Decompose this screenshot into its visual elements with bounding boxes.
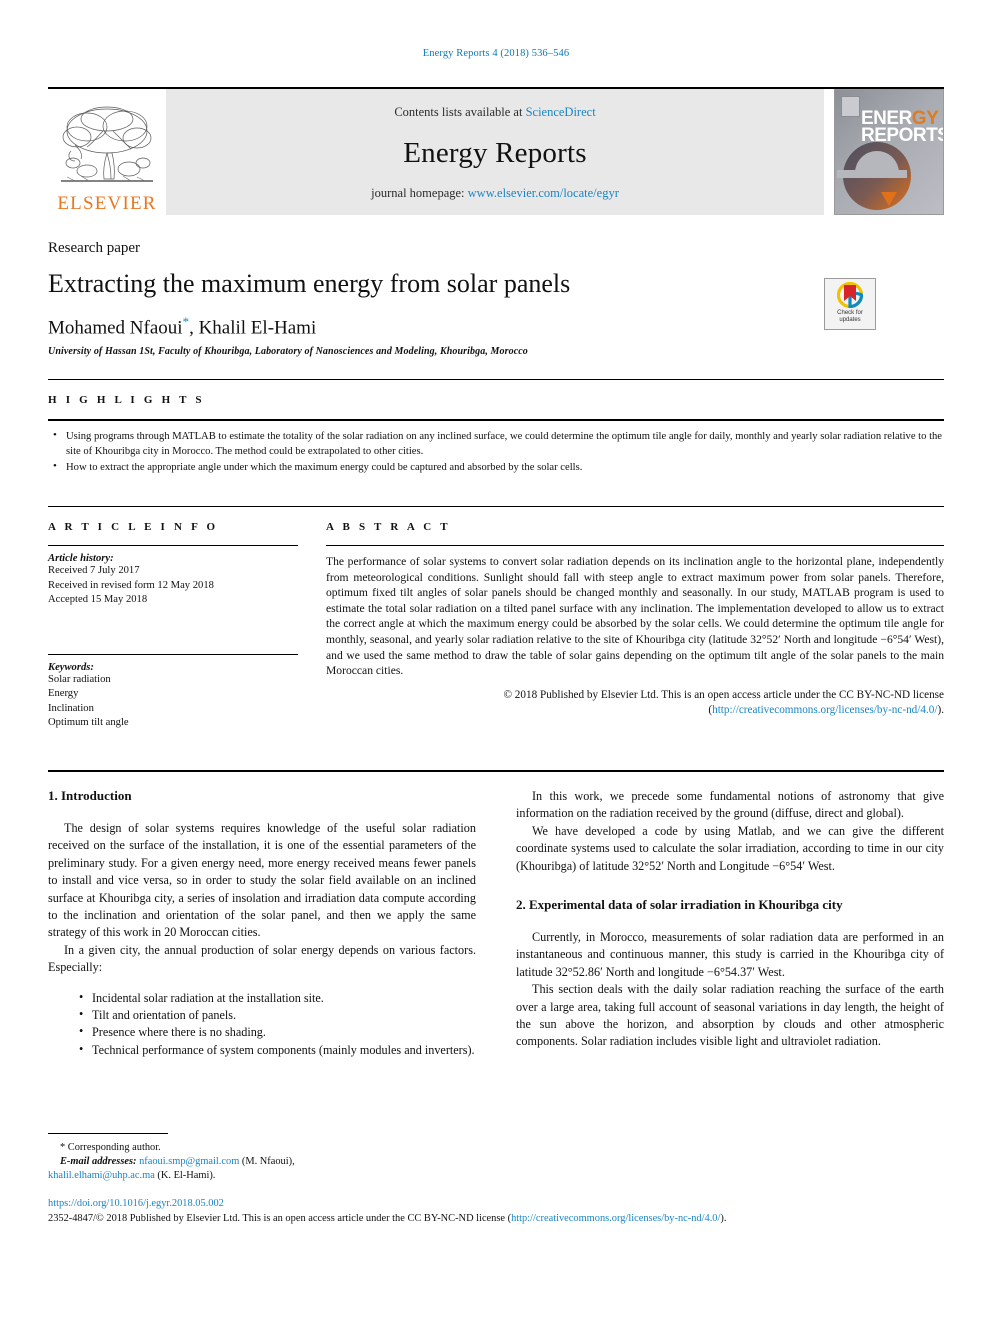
abstract-bottom-divider (48, 770, 944, 772)
section-heading-introduction: 1. Introduction (48, 788, 132, 803)
article-history-accepted: Accepted 15 May 2018 (48, 594, 148, 605)
cover-e-glyph-icon (837, 142, 911, 210)
running-head: Energy Reports 4 (2018) 536–546 (422, 48, 570, 59)
email-addresses-label: E-mail addresses: (60, 1156, 137, 1168)
email-link-nfaoui[interactable]: nfaoui.smp@gmail.com (139, 1156, 239, 1167)
contents-available-line: Contents lists available at ScienceDirec… (394, 105, 595, 120)
paragraph: In a given city, the annual production o… (48, 942, 476, 975)
sciencedirect-link[interactable]: ScienceDirect (526, 105, 596, 119)
homepage-prefix: journal homepage: (371, 186, 468, 200)
journal-homepage-line: journal homepage: www.elsevier.com/locat… (371, 186, 619, 201)
article-type: Research paper (48, 240, 141, 256)
abstract-text: The performance of solar systems to conv… (326, 555, 944, 678)
crossmark-line-1: Check for (837, 310, 863, 316)
keywords-label: Keywords: (48, 661, 94, 673)
page-title: Extracting the maximum energy from solar… (48, 269, 571, 298)
article-info-heading: A R T I C L E I N F O (48, 521, 219, 533)
elsevier-mini-badge-icon (841, 96, 860, 117)
abstract-column: A B S T R A C T The performance of solar… (320, 521, 944, 731)
contents-prefix: Contents lists available at (394, 105, 526, 119)
issn-copyright-text: 2352-4847/© 2018 Published by Elsevier L… (48, 1213, 512, 1224)
issn-copyright-line: 2352-4847/© 2018 Published by Elsevier L… (48, 1212, 944, 1226)
paper-page: Energy Reports 4 (2018) 536–546 ELSEVIER… (0, 0, 992, 1323)
list-item: How to extract the appropriate angle und… (53, 459, 944, 475)
author-list: Mohamed Nfaoui*, Khalil El-Hami (48, 314, 808, 339)
email-link-elhami[interactable]: khalil.elhami@uhp.ac.ma (48, 1170, 155, 1181)
highlights-list: Using programs through MATLAB to estimat… (48, 428, 944, 475)
keyword-item: Optimum tilt angle (48, 717, 129, 728)
doi-footer-block: https://doi.org/10.1016/j.egyr.2018.05.0… (48, 1197, 944, 1226)
crossmark-label: Check for updates (837, 310, 863, 324)
email2-owner: (K. El-Hami). (154, 1170, 216, 1182)
email-note-line-1: E-mail addresses: nfaoui.smp@gmail.com (… (48, 1155, 476, 1169)
author-primary: Mohamed Nfaoui (48, 317, 183, 339)
info-abstract-block: A R T I C L E I N F O Article history: R… (48, 506, 944, 731)
article-info-column: A R T I C L E I N F O Article history: R… (48, 521, 320, 731)
paragraph: In this work, we precede some fundamenta… (516, 789, 944, 821)
footer-license-link[interactable]: http://creativecommons.org/licenses/by-n… (511, 1213, 720, 1224)
footer-license-close: ). (720, 1213, 727, 1224)
section-heading-experimental-data: 2. Experimental data of solar irradiatio… (516, 897, 843, 913)
abstract-heading: A B S T R A C T (326, 521, 451, 533)
keyword-item: Energy (48, 688, 79, 699)
corresponding-author-note: * Corresponding author. (48, 1141, 476, 1155)
list-item: Technical performance of system componen… (79, 1041, 476, 1059)
email1-owner: (M. Nfaoui), (239, 1156, 295, 1168)
list-item: Presence where there is no shading. (79, 1023, 476, 1041)
copyright-text: © 2018 Published by Elsevier Ltd. This i… (503, 688, 944, 701)
highlights-divider (48, 419, 944, 421)
abstract-divider (326, 545, 944, 546)
elsevier-tree-icon (61, 106, 153, 182)
affiliation: University of Hassan 1St, Faculty of Kho… (48, 346, 528, 358)
footnote-divider (48, 1133, 168, 1134)
crossmark-logo-icon (837, 282, 863, 308)
article-history-revised: Received in revised form 12 May 2018 (48, 579, 214, 591)
body-column-right: In this work, we precede some fundamenta… (516, 788, 944, 1059)
list-item: Tilt and orientation of panels. (79, 1006, 476, 1024)
doi-line: https://doi.org/10.1016/j.egyr.2018.05.0… (48, 1197, 944, 1211)
keyword-item: Inclination (48, 702, 94, 714)
masthead-center: Contents lists available at ScienceDirec… (166, 89, 824, 215)
doi-link[interactable]: https://doi.org/10.1016/j.egyr.2018.05.0… (48, 1198, 224, 1209)
crossmark-badge[interactable]: Check for updates (824, 278, 876, 330)
keyword-item: Solar radiation (48, 673, 111, 685)
email-note-line-2: khalil.elhami@uhp.ac.ma (K. El-Hami). (48, 1169, 476, 1183)
paragraph: Currently, in Morocco, measurements of s… (516, 930, 944, 979)
article-history-received: Received 7 July 2017 (48, 565, 140, 576)
license-link[interactable]: http://creativecommons.org/licenses/by-n… (712, 704, 937, 716)
journal-homepage-link[interactable]: www.elsevier.com/locate/egyr (468, 186, 619, 200)
article-info-divider (48, 545, 298, 546)
paragraph: This section deals with the daily solar … (516, 982, 944, 1049)
list-item: Incidental solar radiation at the instal… (79, 989, 476, 1007)
paragraph: The design of solar systems requires kno… (48, 821, 476, 940)
highlights-section: H I G H L I G H T S Using programs throu… (48, 379, 944, 476)
list-item: Using programs through MATLAB to estimat… (53, 428, 944, 459)
corresponding-author-text: Corresponding author. (65, 1142, 161, 1153)
footnote-block: * Corresponding author. E-mail addresses… (48, 1133, 476, 1184)
paragraph: We have developed a code by using Matlab… (516, 823, 944, 873)
title-block: Research paper Extracting the maximum en… (48, 240, 808, 357)
abstract-copyright: © 2018 Published by Elsevier Ltd. This i… (326, 688, 944, 719)
factors-list: Incidental solar radiation at the instal… (48, 989, 476, 1060)
keywords-divider (48, 653, 298, 655)
crossmark-line-2: updates (839, 317, 861, 323)
journal-masthead: ELSEVIER Contents lists available at Sci… (48, 87, 944, 215)
license-paren-close: ). (937, 704, 944, 717)
elsevier-wordmark: ELSEVIER (57, 193, 157, 214)
journal-title: Energy Reports (403, 136, 587, 169)
elsevier-logo: ELSEVIER (48, 89, 166, 215)
journal-cover-thumbnail: ENERGY REPORTS (834, 89, 944, 215)
body-column-left: 1. Introduction The design of solar syst… (48, 788, 476, 1059)
highlights-heading: H I G H L I G H T S (48, 394, 205, 406)
article-history-label: Article history: (48, 553, 114, 564)
body-columns: 1. Introduction The design of solar syst… (48, 788, 944, 1059)
author-secondary: , Khalil El-Hami (189, 317, 317, 339)
